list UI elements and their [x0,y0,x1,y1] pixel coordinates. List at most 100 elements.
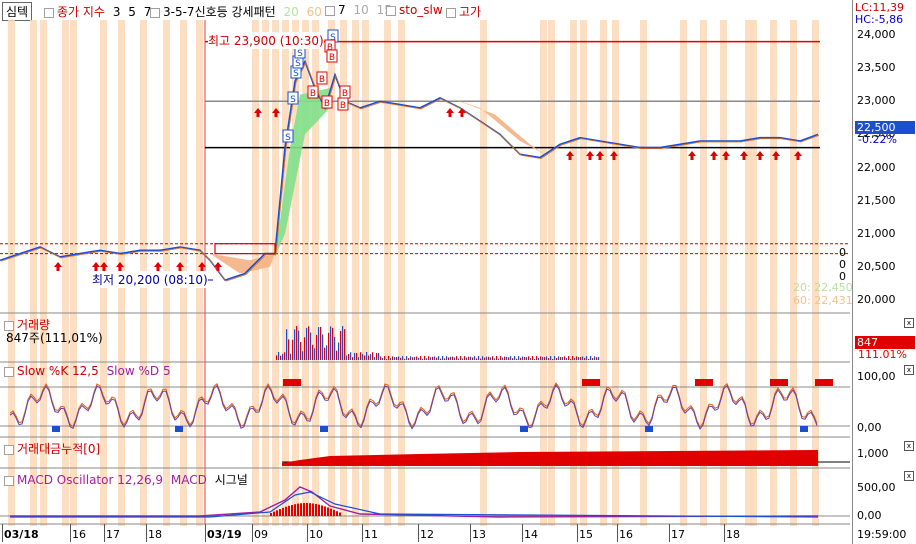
volume-bar [506,356,508,360]
volume-pct: 111.01% [858,348,907,361]
volume-bar [376,352,378,360]
volume-bar [338,342,340,360]
sell-signal-letter: S [297,49,303,59]
macd-histogram-bar [270,513,272,516]
volume-bar [282,353,284,360]
volume-bar [422,358,424,360]
highlight-band [272,20,279,526]
price-tick-label: 22,000 [857,160,896,174]
volume-bar [400,357,402,360]
highlight-band [680,20,687,526]
highlight-band [612,20,619,526]
volume-bar [344,329,346,360]
up-arrow-icon [586,151,594,160]
checkbox-icon[interactable] [4,366,14,377]
up-arrow-icon [92,262,100,271]
volume-bar [542,356,544,360]
highlight-band [580,20,587,526]
up-arrow-icon [458,108,466,117]
time-axis-label: 03/19 [207,528,242,541]
volume-bar [370,354,372,360]
close-macd-icon[interactable]: x [904,471,914,481]
macd-histogram-bar [276,510,278,516]
volume-bar [426,358,428,360]
time-axis-label: 17 [106,528,120,541]
volume-bar [488,356,490,360]
volume-bar [526,357,528,360]
checkbox-icon[interactable] [4,475,14,486]
close-stochastic-icon[interactable]: x [904,365,914,375]
highlight-band [384,20,391,526]
stochastic-tick: 100,00 [857,370,896,383]
volume-bar [576,356,578,360]
volume-bar [468,356,470,360]
price-tick-label: 21,000 [857,226,896,240]
volume-bar [380,356,382,360]
volume-bar [408,358,410,360]
volume-bar [492,356,494,360]
time-axis-label: 16 [619,528,633,541]
volume-bar [328,332,330,360]
volume-bar [454,357,456,360]
volume-bar [290,353,292,360]
overbought-zone [283,379,301,386]
volume-bar [598,356,600,360]
time-axis-tick [577,524,578,542]
time-axis-label: 11 [364,528,378,541]
time-axis-tick [724,524,725,542]
volume-bar [432,356,434,360]
volume-bar [482,356,484,360]
volume-bar [378,352,380,360]
volume-bar [538,357,540,360]
macd-histogram-bar [279,509,281,516]
highlight-band [262,20,269,526]
volume-bar [366,352,368,360]
overbought-zone [582,379,600,386]
buy-signal-letter: B [329,53,335,63]
macd-histogram-bar [300,503,302,516]
volume-bar [586,356,588,360]
macd-label: MACD [170,473,207,487]
volume-bar [346,355,348,360]
volume-bar [456,356,458,360]
time-axis-tick [205,524,206,542]
oversold-zone [175,426,183,432]
volume-bar [540,356,542,360]
close-volume-icon[interactable]: x [904,318,914,328]
volume-bar [336,350,338,360]
macd-histogram-bar [315,503,317,516]
volume-bar [448,357,450,360]
volume-bar [302,351,304,360]
volume-bar [414,356,416,360]
close-cumulative-icon[interactable]: x [904,441,914,451]
time-axis-tick [522,524,523,542]
volume-bar [440,358,442,360]
volume-bar [386,358,388,360]
volume-bar [390,358,392,360]
volume-bar [514,356,516,360]
volume-bar [464,356,466,360]
volume-bar [340,330,342,360]
volume-bar [500,356,502,360]
checkbox-icon[interactable] [4,444,14,455]
time-axis-tick [362,524,363,542]
ma60-readout: 60: 22,431 [793,294,853,307]
volume-bar [478,356,480,360]
volume-bar [474,356,476,360]
macd-histogram-bar [336,511,338,516]
stochastic-k-label: Slow %K 12,5 [17,364,99,378]
volume-bar [276,355,278,360]
volume-bar [406,356,408,360]
volume-bar [476,358,478,360]
up-arrow-icon [688,151,696,160]
volume-bar [280,355,282,360]
highlight-band [398,20,405,526]
volume-bar [318,327,320,360]
volume-bar [544,357,546,360]
buy-signal-letter: B [324,99,330,109]
up-arrow-icon [710,151,718,160]
macd-histogram-bar [312,503,314,516]
buy-signal-letter: B [319,75,325,85]
time-axis-label: 18 [148,528,162,541]
volume-bar [322,334,324,360]
